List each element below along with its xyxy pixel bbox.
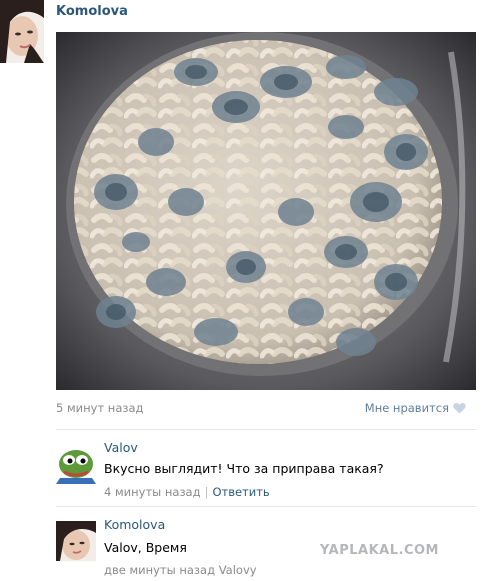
post-photo[interactable] xyxy=(56,32,476,390)
comment-meta: 4 минуты назад | Ответить xyxy=(104,485,270,499)
comment-text: Valov, Время xyxy=(104,540,187,555)
heart-icon xyxy=(453,402,466,414)
like-button[interactable]: Мне нравится xyxy=(365,401,466,415)
post-author-avatar[interactable] xyxy=(0,0,44,63)
post-time[interactable]: 5 минут назад xyxy=(56,401,143,415)
like-label: Мне нравится xyxy=(364,401,449,415)
comment-author-name[interactable]: Valov xyxy=(104,440,138,455)
comment-time[interactable]: две минуты назад Valovy xyxy=(104,563,257,577)
comment-text: Вкусно выглядит! Что за приправа такая? xyxy=(104,461,384,476)
divider xyxy=(56,429,476,430)
comment-author-avatar[interactable] xyxy=(56,521,96,561)
watermark: YAPLAKAL.COM xyxy=(320,543,439,558)
reply-button[interactable]: Ответить xyxy=(212,485,269,499)
meta-separator: | xyxy=(204,485,209,499)
post-author-name[interactable]: Komolova xyxy=(56,4,128,19)
post-meta-row: 5 минут назад Мне нравится xyxy=(56,401,466,417)
comment-author-name[interactable]: Komolova xyxy=(104,517,165,532)
comment-time[interactable]: 4 минуты назад xyxy=(104,485,201,499)
divider xyxy=(56,506,476,507)
comment-author-avatar[interactable] xyxy=(56,444,96,484)
